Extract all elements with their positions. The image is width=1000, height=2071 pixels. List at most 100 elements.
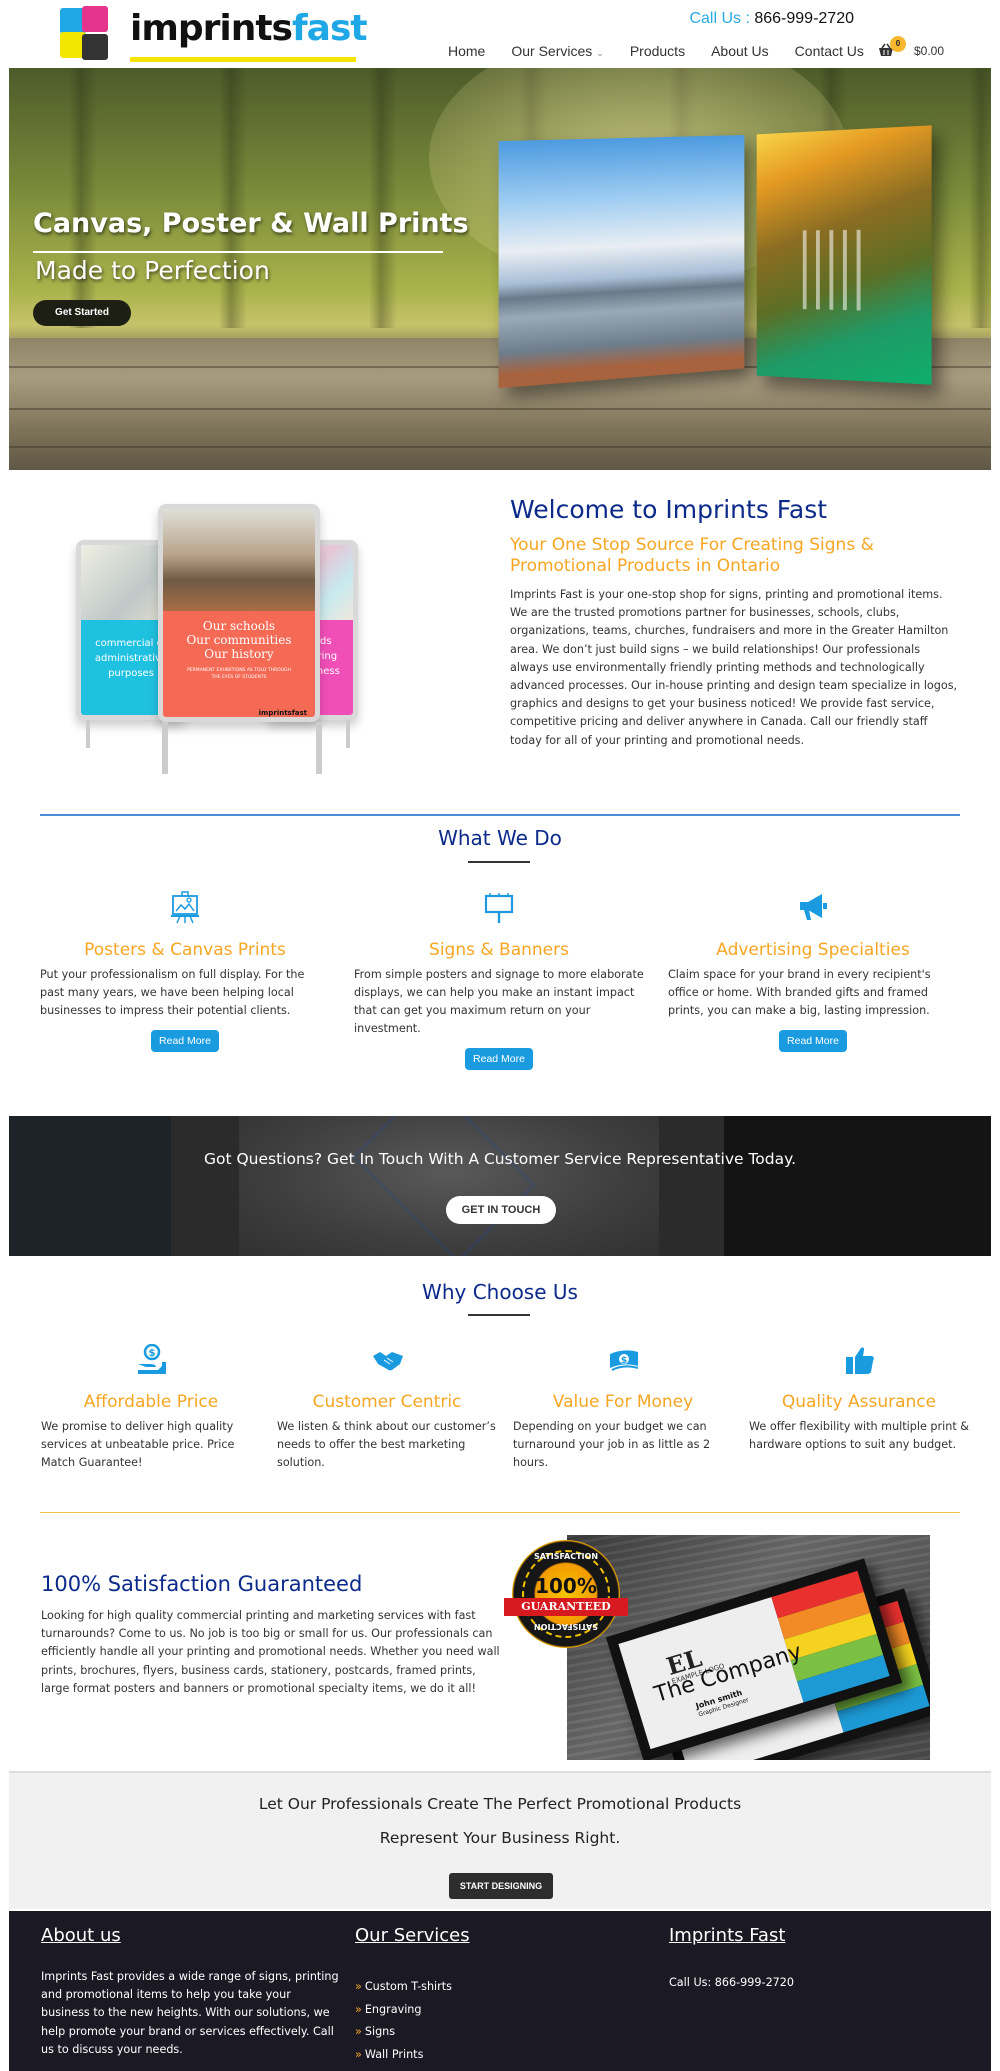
easel-icon: [171, 891, 199, 924]
canvas-print-waterfall: [756, 125, 932, 385]
nav-contact-us[interactable]: Contact Us: [795, 43, 864, 59]
service-card: Posters & Canvas Prints Put your profess…: [40, 890, 330, 1052]
feature-card: Quality Assurance We offer flexibility w…: [749, 1344, 969, 1454]
sign-center-line: Our history: [204, 647, 274, 661]
welcome-body: Imprints Fast is your one-stop shop for …: [510, 588, 958, 747]
nav-products[interactable]: Products: [630, 43, 685, 59]
footer-about-text: Imprints Fast provides a wide range of s…: [41, 1970, 339, 2056]
sign-leg: [316, 722, 322, 774]
service-title: Signs & Banners: [429, 940, 569, 960]
waterfall-detail: [802, 229, 871, 311]
footer-services-list: » Custom T-shirts » Engraving » Signs » Wall…: [355, 1976, 615, 2066]
chevron-down-icon: ⌄: [596, 48, 604, 58]
site-footer: About us Imprints Fast provides a wide r…: [9, 1911, 991, 2071]
sign-leg: [162, 722, 168, 774]
sign-left-text: commercial or administrative purposes: [94, 638, 168, 679]
footer-about: About us Imprints Fast provides a wide r…: [41, 1925, 341, 2059]
service-description: Claim space for your brand in every reci…: [668, 968, 931, 1017]
feature-card: Customer Centric We listen & think about…: [277, 1344, 497, 1472]
service-card: Signs & Banners From simple posters and …: [354, 890, 644, 1070]
why-choose-us-underline: [468, 1314, 530, 1316]
service-title: Posters & Canvas Prints: [84, 940, 286, 960]
footer-service-label: Wall Prints: [364, 2047, 424, 2061]
read-more-button[interactable]: Read More: [465, 1048, 533, 1070]
promo-line-1: Let Our Professionals Create The Perfect…: [258, 1795, 742, 1813]
footer-service-link[interactable]: » Wall Prints: [355, 2044, 615, 2067]
nav-our-services[interactable]: Our Services ⌄: [511, 43, 603, 59]
handshake-icon: [373, 1352, 403, 1371]
sign-center-line: Our schools: [202, 619, 276, 633]
sign-center-panel: Our schools Our communities Our history …: [163, 611, 315, 717]
what-we-do-title: What We Do: [438, 826, 562, 850]
nav-our-services-label: Our Services: [511, 43, 593, 59]
satisfaction-body: Looking for high quality commercial prin…: [41, 1609, 500, 1695]
footer-service-label: Engraving: [364, 2002, 422, 2016]
hand-coin-icon: $: [138, 1344, 166, 1374]
svg-text:$: $: [149, 1348, 156, 1359]
feature-title: Value For Money: [552, 1392, 694, 1412]
footer-phone[interactable]: Call Us: 866-999-2720: [669, 1974, 949, 1992]
welcome-signs-image: commercial or administrative purposes ca…: [40, 500, 410, 790]
thumbs-up-icon: [846, 1347, 874, 1374]
call-us-phone[interactable]: 866-999-2720: [754, 10, 854, 27]
logo-underline: [130, 57, 356, 62]
sign-leg: [86, 720, 90, 748]
nav-home[interactable]: Home: [448, 43, 485, 59]
sign-center-small: PERMANENT EXHIBITIONS AS TOLD THROUGH TH…: [187, 668, 291, 680]
service-description: Put your professionalism on full display…: [40, 968, 305, 1017]
feature-card: $ Value For Money Depending on your budg…: [513, 1344, 733, 1472]
promo-band: Let Our Professionals Create The Perfect…: [9, 1771, 991, 1909]
logo-cube-black: [82, 34, 108, 60]
table-plank-line: [9, 446, 991, 448]
sign-center-line: Our communities: [186, 633, 292, 647]
footer-company-heading: Imprints Fast: [669, 1925, 786, 1946]
megaphone-icon: [800, 894, 827, 920]
seal-bottom-text: SATISFACTION: [533, 1622, 599, 1631]
footer-services-heading: Our Services: [355, 1925, 470, 1946]
seal-top-text: SATISFACTION: [533, 1552, 599, 1561]
site-header: imprintsfast Call Us : 866-999-2720 Home…: [0, 0, 1000, 68]
cta-text: Got Questions? Get In Touch With A Custo…: [203, 1150, 796, 1168]
read-more-button[interactable]: Read More: [151, 1030, 219, 1052]
service-title: Advertising Specialties: [716, 940, 910, 960]
footer-services: Our Services » Custom T-shirts » Engraving…: [355, 1925, 615, 2066]
read-more-button[interactable]: Read More: [779, 1030, 847, 1052]
start-designing-button[interactable]: START DESIGNING: [449, 1873, 553, 1899]
logo-text-imprints: imprints: [130, 8, 293, 49]
hero-subtitle: Made to Perfection: [35, 256, 270, 285]
main-nav: Home Our Services ⌄ Products About Us Con…: [448, 43, 890, 59]
bullet-icon: »: [355, 1980, 362, 1993]
footer-service-link[interactable]: » Signs: [355, 2021, 615, 2044]
hero-title: Canvas, Poster & Wall Prints: [33, 208, 469, 239]
get-started-button[interactable]: Get Started: [33, 300, 131, 326]
get-in-touch-button[interactable]: GET IN TOUCH: [446, 1196, 556, 1224]
hero-divider: [33, 251, 443, 253]
seal-banner: GUARANTEED: [504, 1598, 628, 1616]
logo[interactable]: imprintsfast: [58, 6, 368, 66]
contact-cta-banner: Got Questions? Get In Touch With A Custo…: [9, 1116, 991, 1256]
logo-text: imprintsfast: [130, 8, 368, 49]
bullet-icon: »: [355, 2002, 362, 2016]
cart[interactable]: 0 $0.00: [878, 36, 968, 62]
hero-banner: Canvas, Poster & Wall Prints Made to Per…: [9, 68, 991, 470]
promo-line-2: Represent Your Business Right.: [379, 1829, 621, 1847]
footer-service-label: Signs: [364, 2025, 396, 2038]
logo-text-fast: fast: [291, 8, 368, 49]
feature-title: Affordable Price: [83, 1392, 219, 1412]
feature-title: Quality Assurance: [781, 1392, 937, 1412]
bullet-icon: »: [355, 2025, 362, 2038]
cta-bg-panel: [9, 1116, 171, 1256]
service-card: Advertising Specialties Claim space for …: [668, 890, 958, 1052]
nav-about-us[interactable]: About Us: [711, 43, 769, 59]
footer-service-link[interactable]: » Engraving: [355, 1999, 615, 2022]
feature-description: We listen & think about our customer’s n…: [277, 1420, 496, 1469]
footer-service-link[interactable]: » Custom T-shirts: [355, 1976, 615, 1999]
footer-service-label: Custom T-shirts: [364, 1980, 452, 1993]
feature-title: Customer Centric: [312, 1392, 462, 1412]
feature-description: We offer flexibility with multiple print…: [749, 1420, 969, 1451]
call-us: Call Us : 866-999-2720: [689, 10, 854, 28]
what-we-do-underline: [468, 861, 530, 863]
service-description: From simple posters and signage to more …: [354, 968, 644, 1035]
welcome-title: Welcome to Imprints Fast: [510, 495, 828, 524]
canvas-print-seascape: [498, 135, 745, 389]
